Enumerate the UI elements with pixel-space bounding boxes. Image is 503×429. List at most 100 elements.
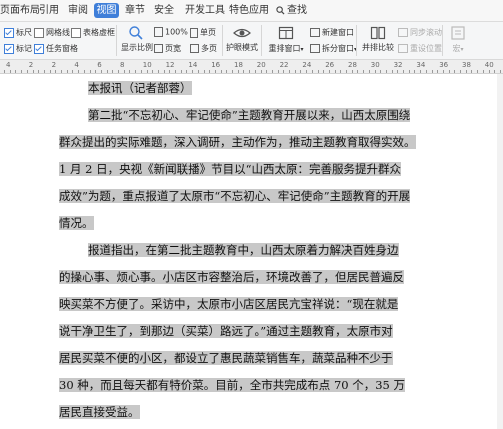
taskpane-checkbox[interactable]: 任务窗格 [34,43,78,54]
checkbox-box[interactable] [34,43,44,54]
ruler-tick [380,70,382,73]
ruler-tick [175,70,176,73]
ruler-tick [448,70,450,73]
window-reset-text: 重排窗口▾ [266,43,306,54]
macro-button[interactable]: 宏▾ [446,25,470,54]
tab-page-layout[interactable]: 页面布局 [0,3,40,18]
ruler-tick [157,70,159,73]
ruler-tick [220,70,222,73]
new-window-button[interactable]: 新建窗口 [310,27,354,38]
checkbox-label: 任务窗格 [46,44,78,53]
magnifier-icon [129,26,143,40]
window-reset-button[interactable]: 重排窗口▾ [266,25,306,54]
horizontal-ruler[interactable]: 4 2 2 4 6 8 10 12 14 16 18 20 22 24 26 28 30 32 34 36 38 40 [0,60,503,74]
ribbon-tab-bar: 页面布局 引用 审阅 视图 章节 安全 开发工具 特色应用 查找 [0,0,503,22]
ruler-tick [9,70,11,73]
new-window-label: 新建窗口 [322,28,354,37]
side-by-side-icon [370,26,386,40]
ruler-tick [397,70,399,73]
doc-line-text: 群众提出的实际难题，深入调研，主动作为，推动主题教育取得实效。 [59,135,416,149]
ruler-tick [414,70,416,73]
checkbox-label: 标尺 [16,28,32,37]
tab-review[interactable]: 审阅 [67,3,89,18]
document-page[interactable]: 本报讯（记者部蓉） 第二批“不忘初心、牢记使命”主题教育开展以来，山西太原围绕 … [0,74,503,429]
ruler-tick [100,70,102,73]
ruler-tick [311,70,313,73]
ruler-tick [277,70,279,73]
doc-line-text: 1 月 2 日，央视《新闻联播》节目以“山西太原：完善服务提升群众 [59,162,401,176]
ruler-tick [72,70,74,73]
ruler-tick [425,70,427,73]
page-width-label: 页宽 [165,44,181,53]
split-window-button[interactable]: 拆分窗口▾ [310,43,357,54]
ruler-tick [38,70,40,73]
checkbox-box[interactable] [4,43,14,54]
single-page-label: 单页 [200,28,216,37]
tab-sections[interactable]: 章节 [124,3,146,18]
sync-scroll-label: 同步滚动 [410,28,442,37]
ruler-checkbox[interactable]: 标尺 [4,27,32,38]
side-by-side-button[interactable]: 并排比较 [360,25,396,53]
doc-line-text: 居民买菜不便的小区，都设立了惠民蔬菜销售车，蔬菜品种不少于 [59,351,393,365]
doc-line-text: 映买菜不方便了。采访中，太原市小店区居民亢宝祥说：“现在就是 [59,297,399,311]
doc-line: 群众提出的实际难题，深入调研，主动作为，推动主题教育取得实效。 [59,131,429,153]
ruler-tick [140,70,142,73]
vertical-scrollbar[interactable] [497,74,503,429]
doc-line: 映买菜不方便了。采访中，太原市小店区居民亢宝祥说：“现在就是 [59,293,429,315]
ruler-tick [66,70,68,73]
doc-line: 报道指出，在第二批主题教育中，山西太原着力解决百姓身边 [88,239,458,261]
ruler-tick [488,70,490,73]
ruler-tick [83,70,85,73]
ruler-tick [437,70,439,73]
ruler-tick [454,70,456,73]
doc-line: 居民直接受益。 [59,401,429,423]
ribbon-divider [261,25,262,56]
zoom-100-icon [154,27,163,37]
doc-line-text: 第二批“不忘初心、牢记使命”主题教育开展以来，山西太原围绕 [88,108,411,122]
gridlines-checkbox[interactable]: 网格线 [34,27,70,38]
sync-scroll-icon [398,28,408,37]
marks-checkbox[interactable]: 标记 [4,43,32,54]
tab-references[interactable]: 引用 [38,3,60,18]
checkbox-box[interactable] [34,27,44,38]
eye-icon [233,28,251,38]
ruler-tick [346,70,347,73]
ruler-tick [95,70,97,73]
tab-special-apps[interactable]: 特色应用 [228,3,270,18]
page-width-button[interactable]: 页宽 [154,43,181,54]
ruler-tick [420,70,422,73]
zoom-100-label: 100% [165,27,188,37]
ruler-tick [442,70,444,73]
tab-security[interactable]: 安全 [153,3,175,18]
search-label: 查找 [287,5,307,16]
search-box[interactable]: 查找 [276,3,307,18]
ruler-tick [340,70,342,73]
checkbox-box[interactable] [71,27,81,38]
ruler-number: 26 [325,61,335,69]
eye-mode-button[interactable]: 护眼模式 [226,25,258,53]
table-grid-checkbox[interactable]: 表格虚框 [71,27,115,38]
ruler-tick [4,70,5,73]
tab-developer-tools[interactable]: 开发工具 [184,3,226,18]
view-ribbon: 标尺 网格线 表格虚框 标记 任务窗格 显示比例 100% 单页 页宽 多页 护… [0,22,503,60]
ruler-tick [351,70,353,73]
tab-view[interactable]: 视图 [94,3,119,18]
doc-line: 30 种，而且每天都有特价菜。目前，全市共完成布点 70 个，35 万 [59,374,429,396]
ruler-number: 12 [165,61,175,69]
ruler-number: 2 [28,61,34,69]
chevron-down-icon: ▾ [460,46,464,53]
ruler-tick [61,70,62,73]
reset-position-button[interactable]: 重设位置 [398,43,442,54]
checkbox-box[interactable] [4,27,14,38]
sync-scroll-button[interactable]: 同步滚动 [398,27,442,38]
zoom-100-button[interactable]: 100% [154,27,188,37]
single-page-button[interactable]: 单页 [190,27,216,38]
zoom-button[interactable]: 显示比例 [121,25,153,53]
split-window-icon [310,44,320,53]
doc-line-text: 居民直接受益。 [59,405,140,419]
ruler-tick [260,70,262,73]
eye-mode-label: 护眼模式 [226,43,258,52]
ruler-tick [214,70,216,73]
ruler-tick [254,70,256,73]
multi-page-button[interactable]: 多页 [190,43,217,54]
